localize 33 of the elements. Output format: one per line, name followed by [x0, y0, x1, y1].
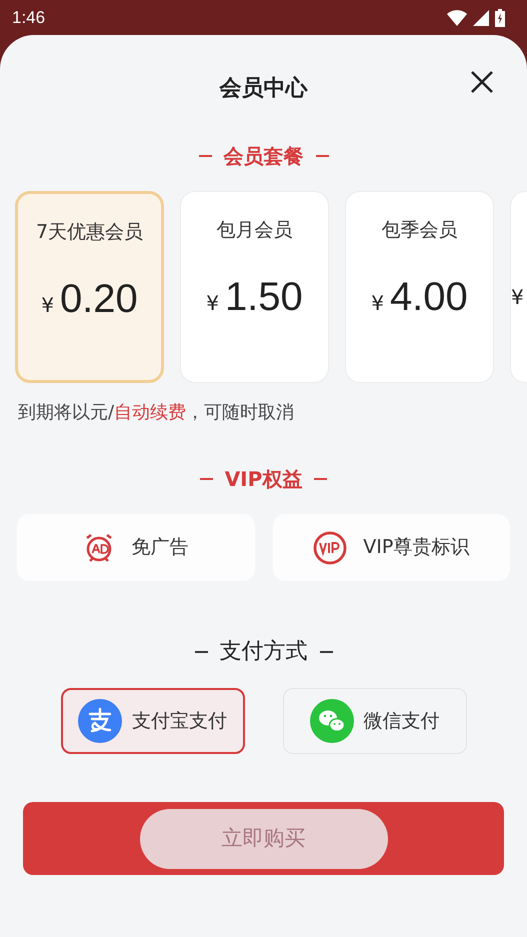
plan-card[interactable]: 7天优惠会员 ¥0.20	[15, 191, 164, 383]
benefit-label: VIP尊贵标识	[363, 535, 470, 560]
vip-badge-icon	[313, 530, 348, 564]
currency-symbol: ¥	[41, 292, 54, 318]
benefit-label: 免广告	[131, 535, 188, 560]
section-heading: 会员套餐	[224, 143, 304, 170]
currency-symbol: ¥	[371, 290, 384, 316]
close-icon	[471, 71, 493, 93]
plan-name: 包月会员	[216, 218, 292, 243]
wifi-icon	[447, 10, 467, 26]
wechat-logo-icon	[310, 699, 354, 743]
currency-symbol: ¥	[206, 290, 219, 316]
battery-charging-icon	[495, 8, 505, 26]
plan-card[interactable]: 包季会员 ¥4.00	[345, 191, 494, 383]
plan-price: 4.00	[390, 274, 468, 320]
payment-option[interactable]: 支付宝支付	[60, 688, 244, 754]
plan-price: 0.20	[60, 276, 138, 322]
payment-option[interactable]: 微信支付	[282, 688, 466, 754]
plan-name: 7天优惠会员	[36, 220, 144, 245]
alipay-logo-icon	[78, 699, 122, 743]
plan-name: 包季会员	[382, 218, 458, 243]
section-heading: 支付方式	[220, 638, 308, 666]
plan-card[interactable]: ¥	[510, 191, 527, 383]
plan-card[interactable]: 包月会员 ¥1.50	[180, 191, 329, 383]
auto-renew-link[interactable]: 自动续费	[114, 402, 186, 423]
status-time: 1:46	[12, 6, 46, 29]
currency-symbol: ¥	[511, 284, 524, 311]
sheet-title: 会员中心	[220, 74, 308, 102]
signal-icon	[473, 10, 489, 26]
section-heading: VIP权益	[224, 466, 302, 493]
plan-price: 1.50	[224, 274, 303, 320]
renewal-note: 到期将以元/自动续费，可随时取消	[17, 401, 296, 425]
close-button[interactable]	[469, 69, 495, 95]
